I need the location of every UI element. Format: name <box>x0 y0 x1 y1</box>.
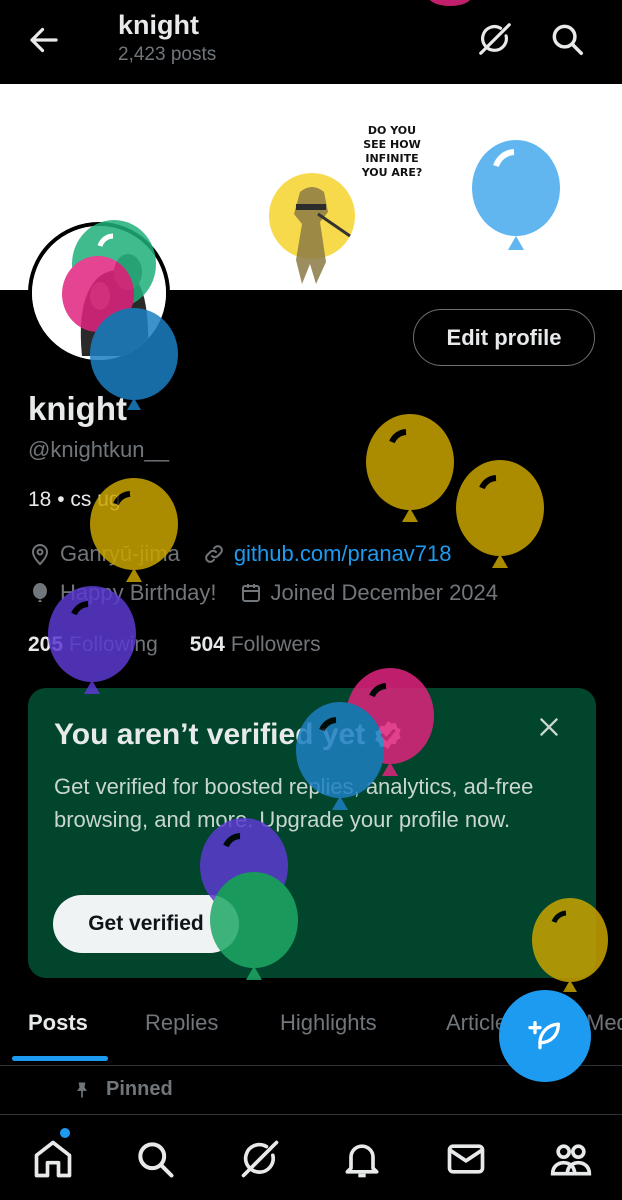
location-text: Ganryū-jima <box>60 541 180 566</box>
close-icon[interactable] <box>536 714 562 740</box>
website[interactable]: github.com/pranav718 <box>202 541 452 567</box>
home-icon[interactable] <box>31 1137 75 1181</box>
arrow-left-icon[interactable] <box>26 22 62 58</box>
handle: @knightkun__ <box>28 437 169 462</box>
follow-stats: 205 Following 504 Followers <box>28 633 353 657</box>
verified-badge-icon <box>375 720 401 750</box>
search-icon[interactable] <box>133 1137 177 1181</box>
pin-icon <box>77 1082 87 1097</box>
grok-icon[interactable] <box>476 20 514 58</box>
followers-count[interactable]: 504 <box>190 633 225 657</box>
post-count: 2,423 posts <box>118 44 217 65</box>
bell-icon[interactable] <box>340 1137 384 1181</box>
balloon-icon <box>33 583 47 602</box>
communities-icon[interactable] <box>549 1137 593 1181</box>
mail-icon[interactable] <box>444 1137 488 1181</box>
verify-title: You aren’t verified yet <box>54 718 405 752</box>
bio: 18 • cs ug <box>28 488 121 511</box>
pinned-indicator: Pinned <box>72 1078 173 1101</box>
location: Ganryū-jima <box>28 541 180 567</box>
search-icon[interactable] <box>548 20 586 58</box>
title-block: knight 2,423 posts <box>118 8 216 68</box>
verification-card: You aren’t verified yet Get verified for… <box>28 688 596 978</box>
calendar-icon <box>241 584 260 602</box>
get-verified-button[interactable]: Get verified <box>53 895 239 953</box>
avatar-image <box>32 226 166 360</box>
active-tab-indicator <box>12 1056 108 1061</box>
balloon <box>366 414 454 522</box>
followers-label[interactable]: Followers <box>231 633 321 657</box>
meta-row-2: Happy Birthday! Joined December 2024 <box>28 580 520 606</box>
edit-profile-button[interactable]: Edit profile <box>413 309 595 366</box>
joined-text: Joined December 2024 <box>270 580 499 605</box>
meta-row-1: Ganryū-jima github.com/pranav718 <box>28 541 474 567</box>
link-icon <box>204 545 223 563</box>
compose-feather-icon <box>528 1021 560 1050</box>
birthday: Happy Birthday! <box>28 580 217 606</box>
website-link[interactable]: github.com/pranav718 <box>234 541 452 567</box>
home-notification-dot <box>60 1128 70 1138</box>
profile-title: knight <box>118 10 199 40</box>
following-count[interactable]: 205 <box>28 633 63 657</box>
display-name: knight <box>28 390 127 427</box>
location-pin-icon <box>31 544 49 566</box>
grok-icon[interactable] <box>238 1137 282 1181</box>
following-label[interactable]: Following <box>69 633 158 657</box>
tab-replies[interactable]: Replies <box>145 1010 218 1036</box>
verify-description: Get verified for boosted replies, analyt… <box>54 774 534 832</box>
birthday-text: Happy Birthday! <box>60 580 217 605</box>
joined: Joined December 2024 <box>239 580 498 606</box>
tab-posts[interactable]: Posts <box>28 1010 88 1036</box>
top-bar: knight 2,423 posts <box>0 0 622 84</box>
avatar[interactable] <box>28 222 170 364</box>
tab-media[interactable]: Media <box>586 1010 622 1036</box>
bottom-navigation <box>0 1114 622 1200</box>
tab-highlights[interactable]: Highlights <box>280 1010 377 1036</box>
compose-button[interactable] <box>499 990 591 1082</box>
